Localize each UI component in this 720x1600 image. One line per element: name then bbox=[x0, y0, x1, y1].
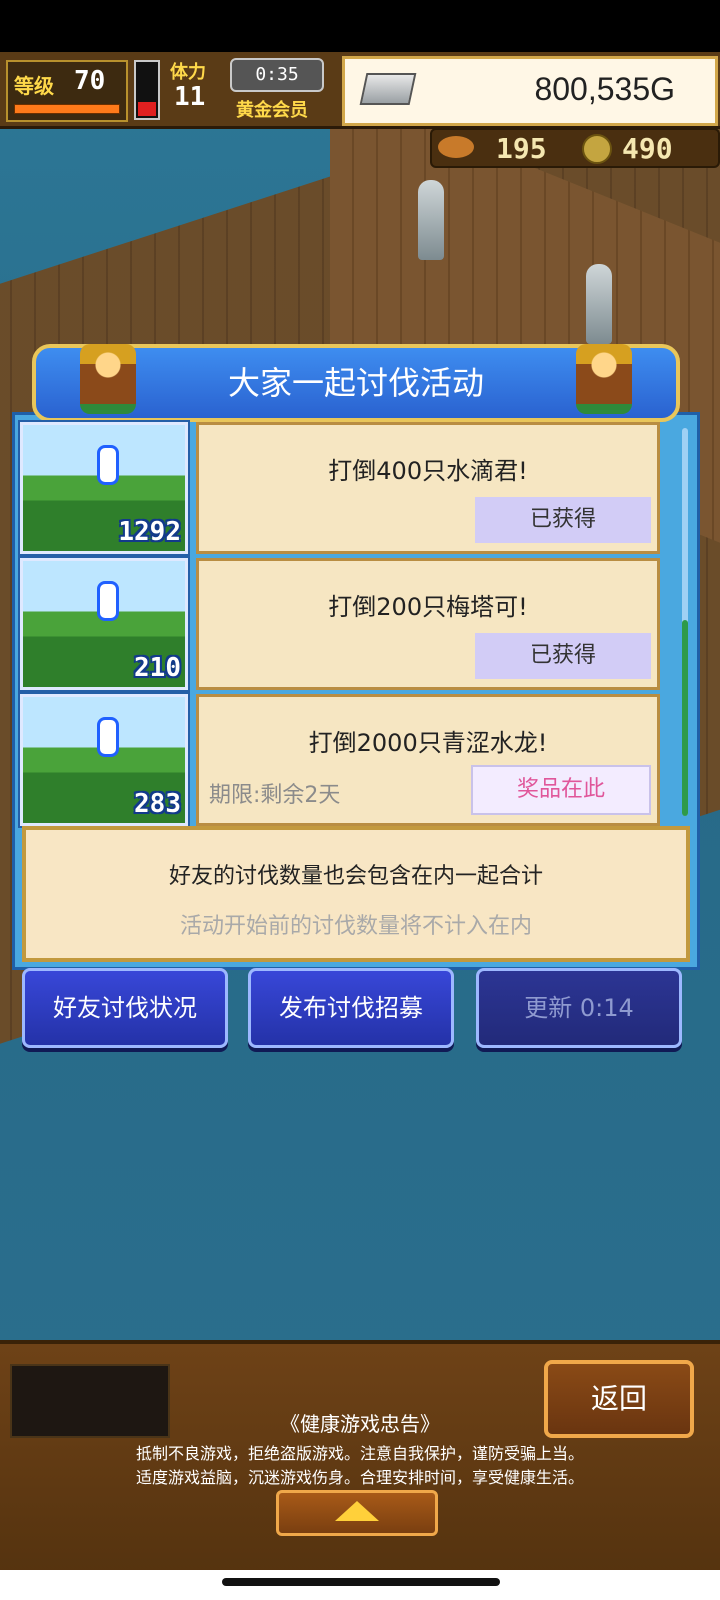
exclamation-icon bbox=[97, 445, 119, 485]
level-panel: 等级 70 bbox=[6, 60, 128, 122]
gold-amount: 800,535G bbox=[534, 71, 675, 107]
system-status-bar bbox=[0, 0, 720, 52]
quest-status-button[interactable]: 已获得 bbox=[475, 633, 651, 679]
quest-title: 打倒2000只青涩水龙! bbox=[308, 729, 548, 757]
quest-count: 283 bbox=[134, 789, 181, 819]
stamina-gauge bbox=[134, 60, 160, 120]
quest-thumbnail: 283 bbox=[18, 692, 190, 828]
stamina-value: 11 bbox=[174, 82, 206, 112]
quest-thumbnail: 1292 bbox=[18, 420, 190, 556]
level-value: 70 bbox=[74, 66, 106, 96]
quest-deadline: 期限:剩余2天 bbox=[209, 783, 341, 808]
exclamation-icon bbox=[97, 717, 119, 757]
home-indicator[interactable] bbox=[222, 1578, 500, 1586]
quest-title: 打倒200只梅塔可! bbox=[328, 593, 528, 621]
stamina-label: 体力 bbox=[170, 62, 206, 83]
gold-panel[interactable]: 800,535G bbox=[342, 56, 718, 126]
health-notice-title: 《健康游戏忠告》 bbox=[280, 1412, 440, 1436]
friends-status-button[interactable]: 好友讨伐状况 bbox=[22, 968, 228, 1048]
mascot-icon bbox=[576, 344, 632, 414]
exclamation-icon bbox=[97, 581, 119, 621]
resource-2-value: 490 bbox=[622, 132, 673, 165]
stamina-fill bbox=[138, 102, 156, 116]
silver-ingot-icon bbox=[359, 73, 417, 105]
quest-item[interactable]: 210 打倒200只梅塔可! 已获得 bbox=[18, 556, 660, 692]
note-main-text: 好友的讨伐数量也会包含在内一起合计 bbox=[168, 864, 543, 889]
quest-title: 打倒400只水滴君! bbox=[328, 457, 528, 485]
info-note: 好友的讨伐数量也会包含在内一起合计 活动开始前的讨伐数量将不计入在内 bbox=[22, 826, 690, 962]
prize-button[interactable]: 奖品在此 bbox=[471, 765, 651, 815]
quest-count: 1292 bbox=[118, 517, 181, 547]
level-label: 等级 bbox=[14, 74, 54, 98]
quest-card: 打倒200只梅塔可! 已获得 bbox=[196, 558, 660, 690]
quest-count: 210 bbox=[134, 653, 181, 683]
quest-item[interactable]: 283 打倒2000只青涩水龙! 期限:剩余2天 奖品在此 bbox=[18, 692, 660, 828]
dialog-title-bar: 大家一起讨伐活动 bbox=[32, 344, 680, 422]
membership-badge[interactable]: 黄金会员 bbox=[236, 96, 308, 122]
refresh-button[interactable]: 更新 0:14 bbox=[476, 968, 682, 1048]
health-notice-line: 适度游戏益脑，沉迷游戏伤身。合理安排时间，享受健康生活。 bbox=[135, 1468, 584, 1487]
quest-card: 打倒400只水滴君! 已获得 bbox=[196, 422, 660, 554]
lamp-post-icon bbox=[586, 264, 612, 344]
exp-bar bbox=[14, 104, 120, 114]
expand-up-button[interactable] bbox=[276, 1490, 438, 1536]
stamina-timer: 0:35 bbox=[230, 58, 324, 92]
health-notice-line: 抵制不良游戏，拒绝盗版游戏。注意自我保护，谨防受骗上当。 bbox=[135, 1444, 584, 1463]
quest-card: 打倒2000只青涩水龙! 期限:剩余2天 奖品在此 bbox=[196, 694, 660, 826]
resource-1-value: 195 bbox=[496, 132, 547, 165]
note-sub-text: 活动开始前的讨伐数量将不计入在内 bbox=[179, 914, 532, 939]
top-hud: 等级 70 体力 11 0:35 黄金会员 800,535G bbox=[0, 52, 720, 129]
resource-bar: 195 490 bbox=[430, 128, 720, 168]
post-recruit-button[interactable]: 发布讨伐招募 bbox=[248, 968, 454, 1048]
up-arrow-icon bbox=[335, 1501, 379, 1521]
scrollbar-thumb[interactable] bbox=[682, 620, 688, 816]
quest-item[interactable]: 1292 打倒400只水滴君! 已获得 bbox=[18, 420, 660, 556]
quest-thumbnail: 210 bbox=[18, 556, 190, 692]
fish-icon bbox=[438, 136, 474, 158]
bottom-bar: 返回 《健康游戏忠告》 抵制不良游戏，拒绝盗版游戏。注意自我保护，谨防受骗上当。… bbox=[0, 1340, 720, 1574]
medal-icon bbox=[582, 134, 612, 164]
lamp-post-icon bbox=[418, 180, 444, 260]
quest-status-button[interactable]: 已获得 bbox=[475, 497, 651, 543]
